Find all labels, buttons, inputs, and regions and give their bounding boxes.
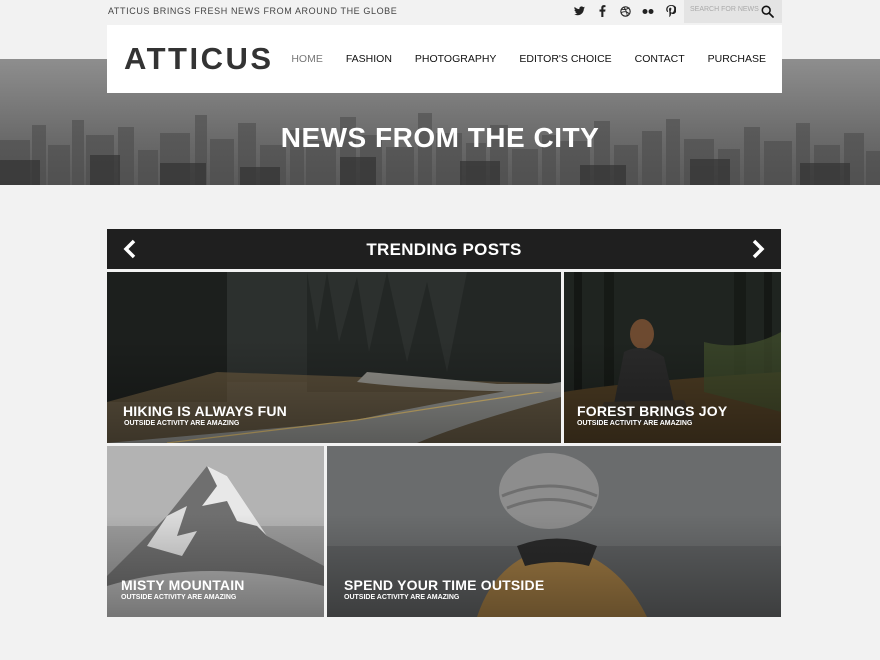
dribbble-icon[interactable] — [618, 4, 632, 18]
trending-bar: TRENDING POSTS — [107, 229, 781, 269]
search-input[interactable] — [690, 6, 760, 13]
post-title: SPEND YOUR TIME OUTSIDE — [344, 577, 545, 593]
flickr-icon[interactable] — [641, 4, 655, 18]
post-title: FOREST BRINGS JOY — [577, 403, 728, 419]
trending-title: TRENDING POSTS — [366, 240, 522, 259]
post-title: HIKING IS ALWAYS FUN — [123, 403, 287, 419]
nav-purchase[interactable]: PURCHASE — [708, 53, 766, 65]
image-overlay — [327, 514, 781, 617]
facebook-icon[interactable] — [595, 4, 609, 18]
social-links — [572, 4, 678, 18]
image-overlay — [107, 340, 561, 443]
post-card[interactable]: HIKING IS ALWAYS FUN OUTSIDE ACTIVITY AR… — [107, 272, 561, 443]
post-card[interactable]: MISTY MOUNTAIN OUTSIDE ACTIVITY ARE AMAZ… — [107, 446, 324, 617]
nav-editors-choice[interactable]: EDITOR'S CHOICE — [519, 53, 611, 65]
post-subtitle: OUTSIDE ACTIVITY ARE AMAZING — [121, 594, 237, 601]
site-logo[interactable]: ATTICUS — [124, 41, 274, 77]
post-subtitle: OUTSIDE ACTIVITY ARE AMAZING — [577, 420, 693, 427]
search-box — [684, 0, 782, 23]
nav-contact[interactable]: CONTACT — [635, 53, 685, 65]
site-header: ATTICUS HOME FASHION PHOTOGRAPHY EDITOR'… — [107, 25, 782, 93]
image-overlay — [107, 514, 324, 617]
search-icon[interactable] — [761, 5, 774, 18]
post-subtitle: OUTSIDE ACTIVITY ARE AMAZING — [124, 420, 240, 427]
post-card[interactable]: FOREST BRINGS JOY OUTSIDE ACTIVITY ARE A… — [564, 272, 781, 443]
nav-fashion[interactable]: FASHION — [346, 53, 392, 65]
image-overlay — [564, 340, 781, 443]
top-bar: ATTICUS BRINGS FRESH NEWS FROM AROUND TH… — [0, 0, 880, 23]
hero-title: NEWS FROM THE CITY — [280, 122, 600, 153]
site-tagline: ATTICUS BRINGS FRESH NEWS FROM AROUND TH… — [108, 6, 398, 16]
post-title: MISTY MOUNTAIN — [121, 577, 245, 593]
pinterest-icon[interactable] — [664, 4, 678, 18]
nav-home[interactable]: HOME — [291, 53, 323, 65]
chevron-right-icon[interactable] — [747, 239, 767, 259]
main-nav: HOME FASHION PHOTOGRAPHY EDITOR'S CHOICE… — [291, 53, 766, 65]
twitter-icon[interactable] — [572, 4, 586, 18]
post-card[interactable]: SPEND YOUR TIME OUTSIDE OUTSIDE ACTIVITY… — [327, 446, 781, 617]
post-subtitle: OUTSIDE ACTIVITY ARE AMAZING — [344, 594, 460, 601]
nav-photography[interactable]: PHOTOGRAPHY — [415, 53, 497, 65]
